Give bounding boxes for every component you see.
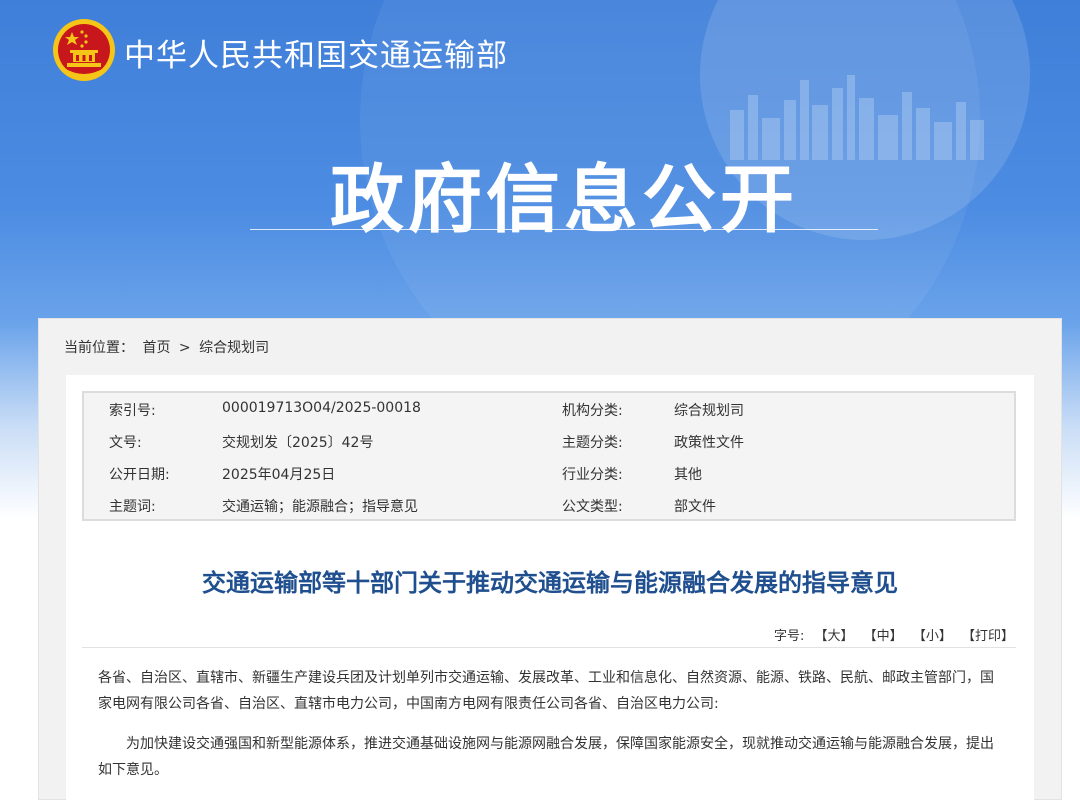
metadata-label: 行业分类:	[562, 467, 623, 483]
breadcrumb-separator: >	[178, 340, 191, 356]
breadcrumb-home-link[interactable]: 首页	[142, 340, 170, 356]
metadata-value: 交规划发〔2025〕42号	[222, 435, 374, 451]
page-title: 政府信息公开	[330, 157, 798, 243]
document-metadata-table: 索引号: 000019713O04/2025-00018 机构分类: 综合规划司…	[82, 391, 1016, 521]
metadata-row: 文号: 交规划发〔2025〕42号 主题分类: 政策性文件	[84, 425, 1014, 457]
metadata-label: 文号:	[109, 435, 142, 451]
print-button[interactable]: 【打印】	[962, 629, 1014, 644]
content-card: 当前位置： 首页 > 综合规划司 索引号: 000019713O04/2025-…	[38, 318, 1062, 805]
title-underline	[250, 229, 878, 230]
metadata-value: 其他	[674, 467, 702, 483]
metadata-label: 索引号:	[109, 403, 156, 419]
font-size-small-button[interactable]: 【小】	[913, 629, 952, 644]
national-emblem-icon	[53, 19, 115, 81]
divider	[82, 647, 1016, 648]
document-body: 各省、自治区、直辖市、新疆生产建设兵团及计划单列市交通运输、发展改革、工业和信息…	[98, 665, 998, 797]
metadata-label: 机构分类:	[562, 403, 623, 419]
metadata-value: 2025年04月25日	[222, 467, 336, 483]
metadata-label: 公开日期:	[109, 467, 170, 483]
breadcrumb: 当前位置： 首页 > 综合规划司	[64, 337, 273, 357]
article-panel: 索引号: 000019713O04/2025-00018 机构分类: 综合规划司…	[66, 375, 1034, 805]
metadata-row: 索引号: 000019713O04/2025-00018 机构分类: 综合规划司	[84, 393, 1014, 425]
metadata-row: 公开日期: 2025年04月25日 行业分类: 其他	[84, 457, 1014, 489]
metadata-value: 部文件	[674, 499, 716, 515]
metadata-label: 公文类型:	[562, 499, 623, 515]
document-title: 交通运输部等十部门关于推动交通运输与能源融合发展的指导意见	[202, 569, 898, 597]
metadata-row: 主题词: 交通运输；能源融合；指导意见 公文类型: 部文件	[84, 489, 1014, 521]
site-name[interactable]: 中华人民共和国交通运输部	[124, 30, 508, 75]
metadata-label: 主题词:	[109, 499, 156, 515]
metadata-value: 000019713O04/2025-00018	[222, 400, 421, 416]
breadcrumb-prefix: 当前位置：	[64, 340, 134, 356]
metadata-value: 综合规划司	[674, 403, 744, 419]
body-paragraph: 为加快建设交通强国和新型能源体系，推进交通基础设施网与能源网融合发展，保障国家能…	[98, 736, 994, 778]
font-size-controls: 字号: 【大】 【中】 【小】 【打印】	[774, 625, 1014, 644]
font-size-medium-button[interactable]: 【中】	[864, 629, 903, 644]
metadata-value: 政策性文件	[674, 435, 744, 451]
font-size-large-button[interactable]: 【大】	[815, 629, 854, 644]
metadata-label: 主题分类:	[562, 435, 623, 451]
body-paragraph: 各省、自治区、直辖市、新疆生产建设兵团及计划单列市交通运输、发展改革、工业和信息…	[98, 670, 994, 712]
font-size-label: 字号:	[773, 629, 805, 644]
breadcrumb-current-link[interactable]: 综合规划司	[199, 340, 269, 356]
metadata-value: 交通运输；能源融合；指导意见	[222, 499, 418, 515]
